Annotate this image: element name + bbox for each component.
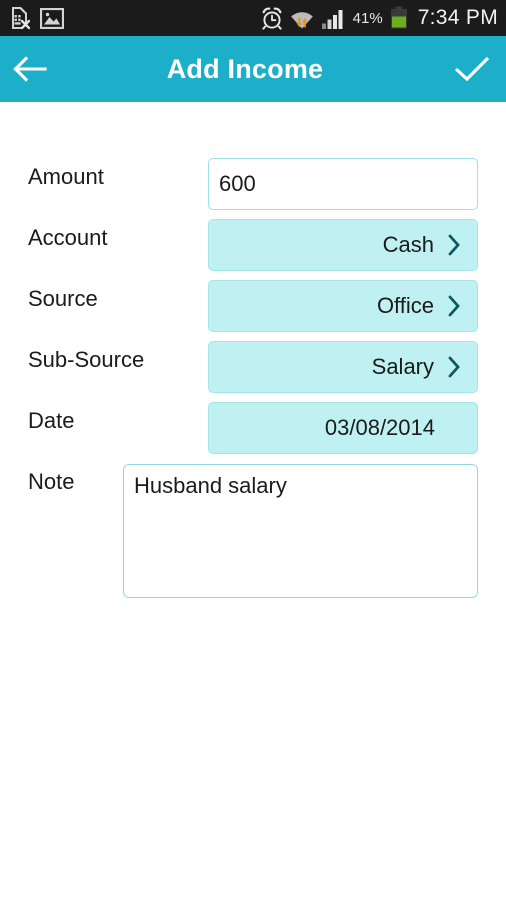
cellular-signal-icon [321, 9, 343, 29]
alarm-clock-icon [262, 6, 282, 30]
wifi-transfer-icon [290, 11, 313, 28]
back-arrow-icon [13, 56, 47, 82]
note-textarea[interactable]: Husband salary [123, 464, 478, 598]
clock-label: 7:34 PM [417, 6, 498, 29]
label-sub-source: Sub-Source [28, 347, 145, 372]
amount-value: 600 [219, 171, 256, 196]
label-account: Account [28, 225, 108, 250]
battery-icon [390, 6, 407, 29]
label-amount: Amount [28, 164, 104, 189]
date-value: 03/08/2014 [324, 415, 435, 440]
date-picker[interactable]: 03/08/2014 [208, 402, 478, 454]
battery-percent-label: 41% [352, 9, 383, 27]
account-value: Cash [382, 232, 434, 257]
image-icon [40, 7, 64, 29]
sub-source-select[interactable]: Salary [208, 341, 478, 393]
screen-add-income: 41% 7:34 PM Add Income Amount 600 Accoun… [0, 0, 506, 900]
sim-card-error-icon [12, 7, 30, 30]
page-title: Add Income [166, 53, 324, 84]
chevron-right-icon [448, 234, 461, 256]
label-date: Date [28, 408, 75, 433]
note-value: Husband salary [134, 473, 287, 498]
status-bar-right-icons: 41% 7:34 PM [261, 6, 506, 30]
account-select[interactable]: Cash [208, 219, 478, 271]
status-bar-left-icons [0, 6, 64, 30]
action-bar: Add Income [0, 36, 506, 102]
amount-input[interactable]: 600 [208, 158, 478, 210]
chevron-right-icon [448, 295, 461, 317]
source-value: Office [376, 293, 434, 318]
label-note: Note [28, 469, 75, 494]
sub-source-value: Salary [371, 354, 434, 379]
label-source: Source [28, 286, 98, 311]
chevron-right-icon [448, 356, 461, 378]
checkmark-icon [454, 56, 490, 82]
status-bar: 41% 7:34 PM [0, 0, 506, 36]
source-select[interactable]: Office [208, 280, 478, 332]
done-button[interactable] [438, 36, 506, 102]
